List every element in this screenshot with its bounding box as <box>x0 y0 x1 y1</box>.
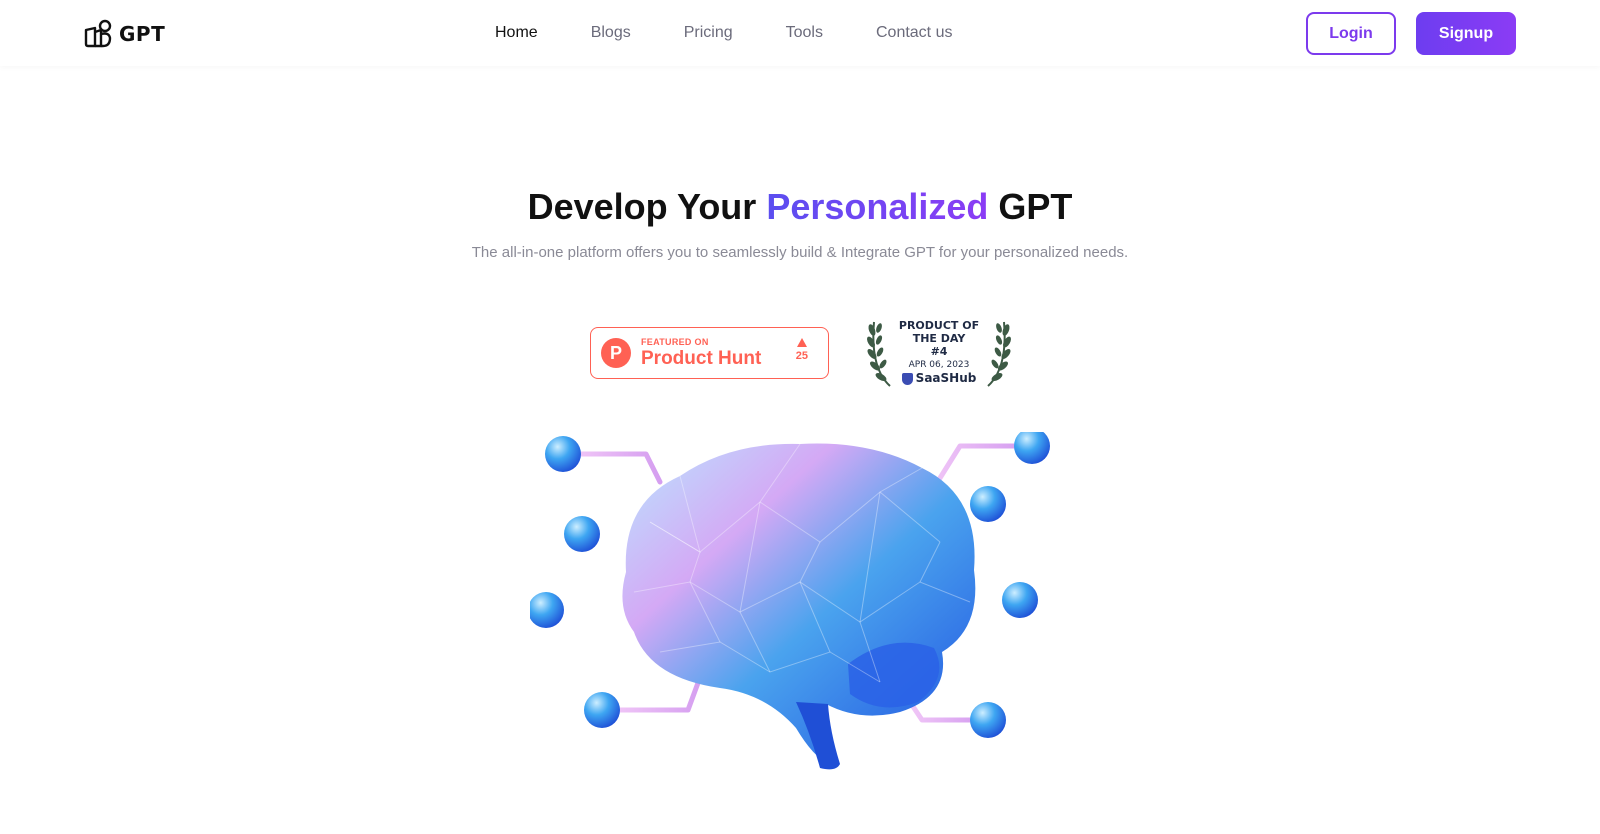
brain-network-icon <box>530 432 1050 770</box>
upvote-arrow-icon <box>796 338 807 347</box>
hero-title-post: GPT <box>988 186 1073 227</box>
product-hunt-name: Product Hunt <box>641 347 762 369</box>
logo-text: GPT <box>119 22 166 46</box>
nav-contact-us[interactable]: Contact us <box>876 24 952 42</box>
shield-icon <box>901 372 913 385</box>
product-hunt-icon: P <box>601 338 631 368</box>
product-hunt-text: FEATURED ON Product Hunt <box>641 337 761 370</box>
product-hunt-featured: FEATURED ON <box>641 336 709 347</box>
main-nav: Home Blogs Pricing Tools Contact us <box>495 0 1005 66</box>
logo[interactable]: GPT <box>83 18 165 50</box>
saashub-date: APR 06, 2023 <box>908 360 970 370</box>
product-hunt-badge[interactable]: P FEATURED ON Product Hunt 25 <box>590 327 829 379</box>
login-button[interactable]: Login <box>1306 12 1396 55</box>
hero-title: Develop Your Personalized GPT <box>0 186 1600 228</box>
hero-subtitle: The all-in-one platform offers you to se… <box>471 244 1129 261</box>
product-hunt-votes: 25 <box>796 338 808 362</box>
saashub-text: PRODUCT OF THE DAY #4 APR 06, 2023 SaaSH… <box>866 319 1012 386</box>
saashub-line2: THE DAY <box>912 332 966 345</box>
site-header: GPT Home Blogs Pricing Tools Contact us … <box>0 0 1600 66</box>
saashub-brand: SaaSHub <box>866 371 1012 386</box>
nav-blogs[interactable]: Blogs <box>591 24 631 42</box>
saashub-line1: PRODUCT OF <box>898 319 980 332</box>
logo-icon <box>84 19 112 48</box>
hero-title-accent: Personalized <box>766 186 989 227</box>
hero-title-pre: Develop Your <box>527 186 767 227</box>
product-hunt-vote-count: 25 <box>795 350 808 362</box>
nav-pricing[interactable]: Pricing <box>684 24 733 42</box>
saashub-brand-name: SaaSHub <box>915 371 977 385</box>
signup-button[interactable]: Signup <box>1416 12 1516 55</box>
saashub-rank: #4 <box>930 345 948 358</box>
saashub-badge[interactable]: PRODUCT OF THE DAY #4 APR 06, 2023 SaaSH… <box>866 316 1012 390</box>
nav-home[interactable]: Home <box>495 24 538 42</box>
nav-tools[interactable]: Tools <box>786 24 823 42</box>
